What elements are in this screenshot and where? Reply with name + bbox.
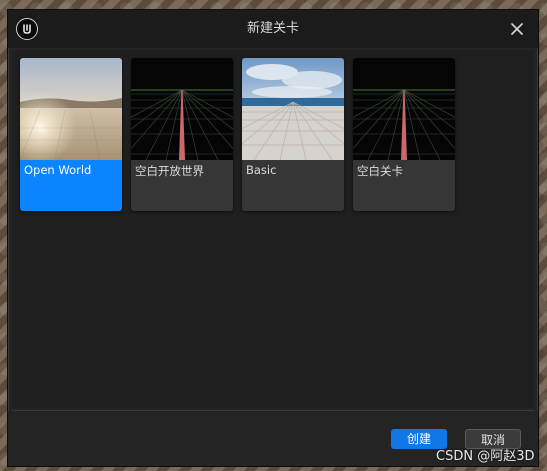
title-bar: 新建关卡 <box>8 10 538 48</box>
template-tile-empty-open-world[interactable]: 空白开放世界 <box>131 58 233 211</box>
template-tile-empty-level[interactable]: 空白关卡 <box>353 58 455 211</box>
template-label: Basic <box>246 163 277 177</box>
open-world-thumbnail <box>20 58 122 160</box>
template-label: 空白开放世界 <box>135 164 204 178</box>
template-label: 空白关卡 <box>357 164 403 178</box>
template-gallery: Open World 空白开放世界 Basic 空白关卡 <box>12 50 534 408</box>
watermark-text: CSDN @阿赵3D <box>436 449 535 464</box>
close-button[interactable] <box>506 18 528 40</box>
empty-level-thumbnail <box>353 58 455 160</box>
dialog-title: 新建关卡 <box>246 21 299 36</box>
empty-open-world-thumbnail <box>131 58 233 160</box>
basic-thumbnail <box>242 58 344 160</box>
template-list: Open World 空白开放世界 Basic 空白关卡 <box>20 58 455 211</box>
new-level-dialog: 新建关卡 Open World 空白开放世界 Basic 空白关卡 创建 取消 <box>7 9 539 467</box>
template-tile-open-world[interactable]: Open World <box>20 58 122 211</box>
template-tile-basic[interactable]: Basic <box>242 58 344 211</box>
template-label: Open World <box>24 163 92 177</box>
close-icon <box>511 23 523 35</box>
